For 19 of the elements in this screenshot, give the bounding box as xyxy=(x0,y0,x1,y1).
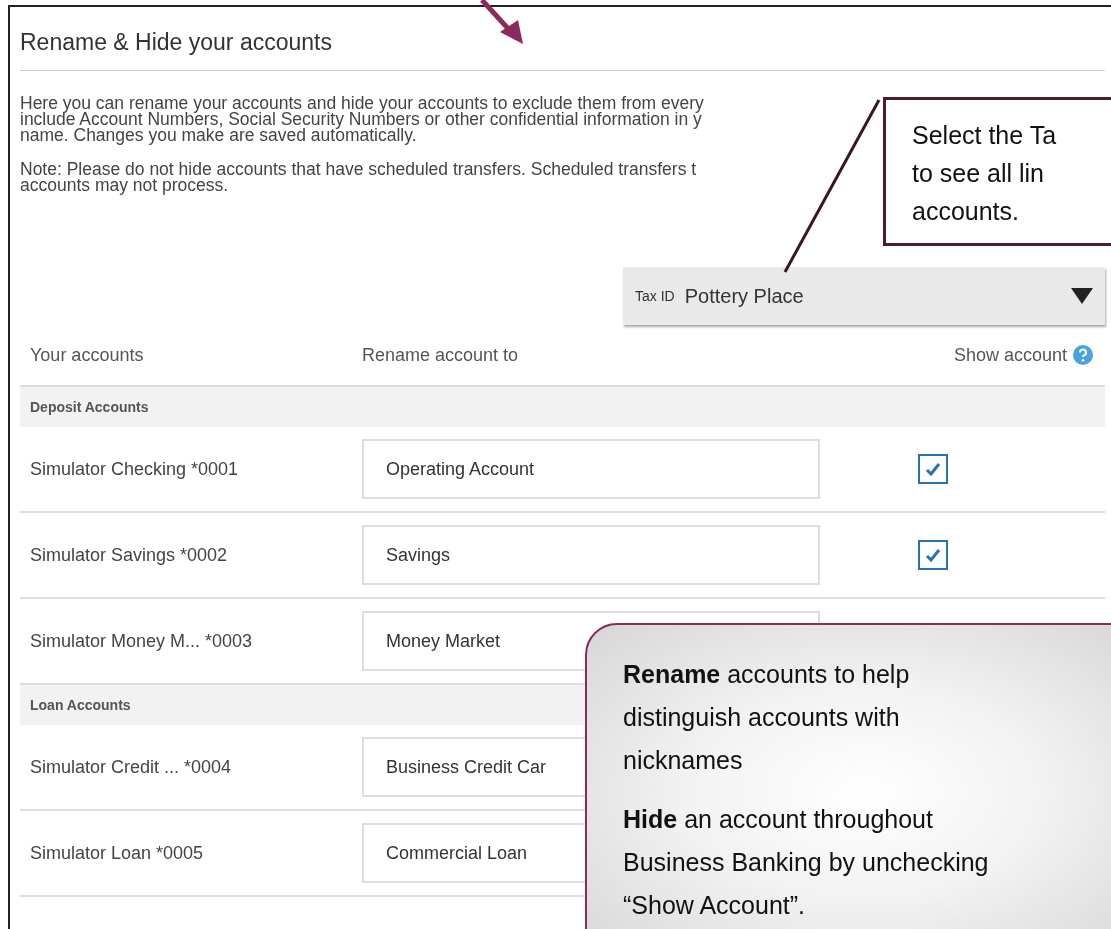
callout-text: Hide an account throughout Business Banking by unchecking “Show Account”. xyxy=(623,804,990,921)
section-header: Deposit Accounts xyxy=(20,387,1105,427)
account-name: Simulator Credit ... *0004 xyxy=(29,756,233,778)
dropdown-label: Tax ID xyxy=(635,288,675,304)
note-text: accounts may not process. xyxy=(20,177,229,193)
callout-text: accounts. xyxy=(912,196,1020,227)
account-name: Simulator Savings *0002 xyxy=(29,544,229,566)
dropdown-value: Pottery Place xyxy=(684,284,805,308)
intro-text: name. Changes you make are saved automatically. xyxy=(20,127,417,143)
callout-text: to see all lin xyxy=(912,158,1046,189)
account-name: Simulator Checking *0001 xyxy=(29,458,240,480)
callout-text: Select the Ta xyxy=(912,120,1058,151)
column-header: Show account xyxy=(953,344,1067,366)
account-name: Simulator Money M... *0003 xyxy=(29,630,254,652)
column-header: Your accounts xyxy=(29,344,145,366)
column-header: Rename account to xyxy=(362,344,520,366)
note-text: Note: Please do not hide accounts that have scheduled transfers. Scheduled transfers t xyxy=(20,161,697,177)
account-name: Simulator Loan *0005 xyxy=(29,842,205,864)
intro-text: Here you can rename your accounts and hide your accounts to exclude them from every xyxy=(20,95,704,111)
